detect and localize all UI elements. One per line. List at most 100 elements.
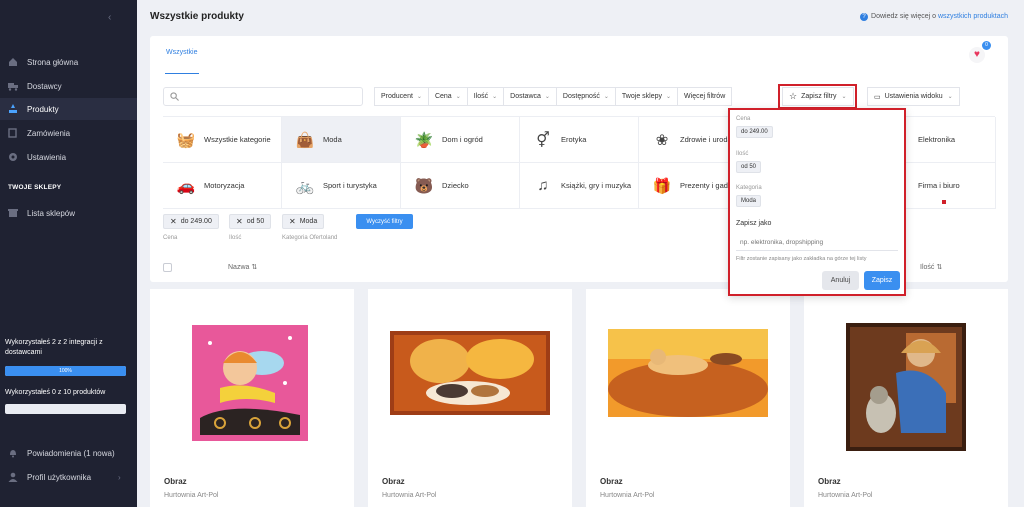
category-books[interactable]: ♫ Książki, gry i muzyka <box>520 163 639 209</box>
close-icon[interactable]: ✕ <box>289 217 296 226</box>
search-icon <box>170 92 179 103</box>
garden-icon: 🪴 <box>414 131 434 149</box>
filter-supplier[interactable]: Dostawca ⌄ <box>503 87 556 106</box>
category-erotic[interactable]: ⚥ Erotyka <box>520 117 639 163</box>
column-label: Ilość <box>920 264 935 271</box>
topbar: Wszystkie produkty ? Dowiedz się więcej o… <box>137 0 1024 34</box>
chip-label: Cena <box>163 235 178 241</box>
filter-your-shops[interactable]: Twoje sklepy ⌄ <box>614 87 678 106</box>
product-title[interactable]: Obraz <box>164 477 187 486</box>
active-filter-quantity[interactable]: ✕ od 50 <box>229 214 272 229</box>
collapse-sidebar-icon[interactable]: ‹ <box>108 12 111 23</box>
column-header-name[interactable]: Nazwa ⇅ <box>228 263 257 271</box>
chip-value: od 50 <box>246 218 265 225</box>
category-label: Dziecko <box>442 181 469 190</box>
sidebar-item-shops[interactable]: Lista sklepów <box>0 202 137 224</box>
category-sport[interactable]: 🚲 Sport i turystyka <box>282 163 401 209</box>
product-image <box>190 323 310 443</box>
category-label: Zdrowie i uroda <box>680 135 732 144</box>
active-filter-category[interactable]: ✕ Moda <box>282 214 325 229</box>
category-label: Elektronika <box>918 135 956 144</box>
sidebar-item-settings[interactable]: Ustawienia <box>0 146 137 168</box>
save-filters-button[interactable]: ☆ Zapisz filtry ⌄ <box>782 87 854 106</box>
products-usage-text: Wykorzystałeś 0 z 10 produktów <box>5 389 106 396</box>
chip-label: Kategoria Ofertoland <box>282 235 338 241</box>
sidebar-item-profile[interactable]: Profil użytkownika › <box>0 466 137 488</box>
category-label: Wszystkie kategorie <box>204 135 271 144</box>
sidebar-item-orders[interactable]: Zamówienia <box>0 122 137 144</box>
filter-producer[interactable]: Producent ⌄ <box>374 87 428 106</box>
product-title[interactable]: Obraz <box>600 477 623 486</box>
close-icon[interactable]: ✕ <box>170 217 177 226</box>
filter-label: Twoje sklepy <box>621 93 662 100</box>
active-filter-price[interactable]: ✕ do 249.00 <box>163 214 219 229</box>
sidebar-item-notifications[interactable]: Powiadomienia (1 nowa) <box>0 442 137 464</box>
tab-all[interactable]: Wszystkie <box>166 49 198 56</box>
select-all-checkbox[interactable] <box>163 263 172 272</box>
column-label: Nazwa <box>228 264 250 271</box>
product-title[interactable]: Obraz <box>818 477 841 486</box>
category-kids[interactable]: 🐻 Dziecko <box>401 163 520 209</box>
filter-label: Ilość <box>473 93 489 100</box>
orders-icon <box>8 128 18 138</box>
bell-icon <box>8 448 18 458</box>
gear-icon <box>8 152 18 162</box>
product-title[interactable]: Obraz <box>382 477 405 486</box>
learn-more-link[interactable]: wszystkich produktach <box>938 13 1008 20</box>
gender-icon: ⚥ <box>536 131 550 149</box>
learn-more: ? Dowiedz się więcej o wszystkich produkt… <box>860 13 1008 21</box>
save-button[interactable]: Zapisz <box>864 271 900 290</box>
save-filters-label: Zapisz filtry <box>801 93 837 100</box>
chevron-down-icon: ⌄ <box>603 94 609 100</box>
filter-label: Producent <box>381 93 413 100</box>
product-image <box>608 329 768 417</box>
sidebar-item-label: Zamówienia <box>27 128 71 138</box>
filter-availability[interactable]: Dostępność ⌄ <box>555 87 615 106</box>
product-card[interactable]: Obraz Hurtownia Art-Pol <box>804 289 1008 507</box>
sidebar-item-label: Dostawcy <box>27 81 62 91</box>
category-label: Erotyka <box>561 135 587 144</box>
filter-quantity[interactable]: Ilość ⌄ <box>466 87 504 106</box>
sidebar-item-home[interactable]: Strona główna <box>0 51 137 73</box>
search-input[interactable] <box>163 87 363 106</box>
learn-more-prefix: Dowiedz się więcej o <box>871 13 937 20</box>
shop-icon <box>8 208 18 218</box>
clear-filters-button[interactable]: Wyczyść filtry <box>356 214 413 229</box>
sidebar-item-label: Lista sklepów <box>27 208 76 218</box>
category-automotive[interactable]: 🚗 Motoryzacja <box>163 163 282 209</box>
cancel-button[interactable]: Anuluj <box>822 271 859 290</box>
product-card[interactable]: Obraz Hurtownia Art-Pol <box>586 289 790 507</box>
category-fashion[interactable]: 👜 Moda <box>282 117 401 163</box>
sidebar-item-suppliers[interactable]: Dostawcy <box>0 75 137 97</box>
dropdown-category-label: Kategoria <box>736 185 762 191</box>
lotus-icon: ❀ <box>655 131 669 149</box>
column-header-qty[interactable]: Ilość ⇅ <box>920 263 942 271</box>
home-icon <box>8 57 18 67</box>
chevron-right-icon: › <box>118 472 121 482</box>
product-card[interactable]: Obraz Hurtownia Art-Pol <box>150 289 354 507</box>
save-filters-dropdown: Cena do 249.00 Ilość od 50 Kategoria Mod… <box>728 108 906 296</box>
more-filters-button[interactable]: Więcej filtrów <box>677 87 733 106</box>
category-label: Dom i ogród <box>442 135 483 144</box>
integrations-usage-text: Wykorzystałeś 2 z 2 integracji z dostawc… <box>5 339 103 356</box>
sidebar-item-label: Ustawienia <box>27 152 67 162</box>
dropdown-price-label: Cena <box>736 116 751 122</box>
usage-bar-fill: 100% <box>5 366 126 376</box>
close-icon[interactable]: ✕ <box>236 217 243 226</box>
view-settings-label: Ustawienia widoku <box>884 93 943 100</box>
music-icon: ♫ <box>537 177 549 194</box>
category-label: Sport i turystyka <box>323 181 377 190</box>
filter-price[interactable]: Cena ⌄ <box>427 87 467 106</box>
product-card[interactable]: Obraz Hurtownia Art-Pol <box>368 289 572 507</box>
category-home-garden[interactable]: 🪴 Dom i ogród <box>401 117 520 163</box>
category-label: Moda <box>323 135 342 144</box>
category-all[interactable]: 🧺 Wszystkie kategorie <box>163 117 282 163</box>
heart-icon[interactable]: ♥ <box>969 47 985 63</box>
view-settings-button[interactable]: ▭ Ustawienia widoku ⌄ <box>867 87 960 106</box>
save-as-input[interactable] <box>736 234 898 251</box>
favorites-count-badge: 0 <box>982 41 991 50</box>
sidebar-item-products[interactable]: Produkty <box>0 98 137 120</box>
dropdown-price-chip: do 249.00 <box>736 126 773 138</box>
chevron-down-icon: ⌄ <box>416 94 422 100</box>
filter-label: Cena <box>434 93 452 100</box>
